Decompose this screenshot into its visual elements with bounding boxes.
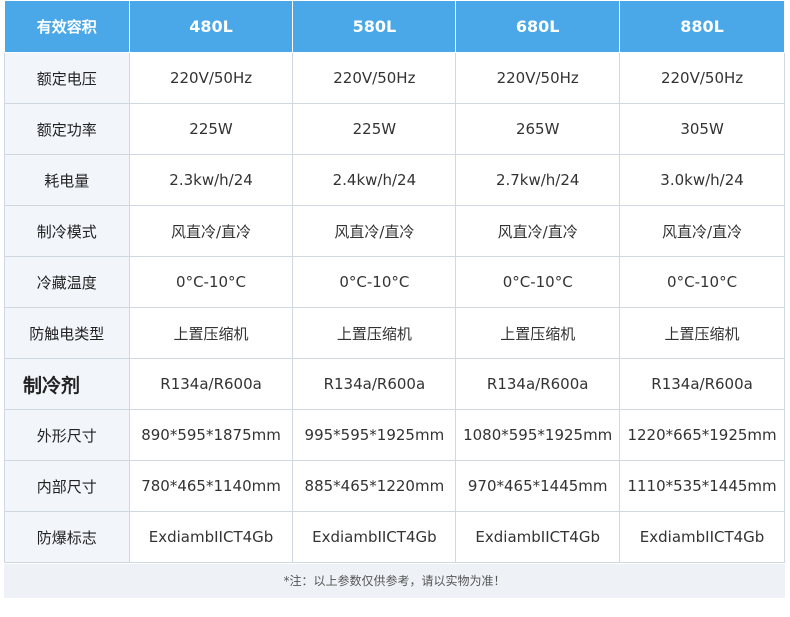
- cell-value: 265W: [455, 103, 621, 155]
- cell-value: R134a/R600a: [292, 358, 457, 410]
- cell-value: 220V/50Hz: [128, 52, 294, 104]
- cell-value: 225W: [292, 103, 457, 155]
- row-label: 冷藏温度: [4, 256, 130, 308]
- cell-value: 970*465*1445mm: [455, 460, 621, 512]
- row-label: 制冷剂: [4, 358, 130, 410]
- cell-value: 上置压缩机: [128, 307, 294, 359]
- cell-value: 1080*595*1925mm: [455, 409, 621, 461]
- cell-value: 885*465*1220mm: [292, 460, 457, 512]
- cell-value: ExdiambIICT4Gb: [292, 511, 457, 563]
- row-rated-voltage: 额定电压 220V/50Hz 220V/50Hz 220V/50Hz 220V/…: [4, 52, 785, 104]
- cell-value: 风直冷/直冷: [455, 205, 621, 257]
- row-label: 耗电量: [4, 154, 130, 206]
- cell-value: 上置压缩机: [619, 307, 785, 359]
- row-storage-temp: 冷藏温度 0°C-10°C 0°C-10°C 0°C-10°C 0°C-10°C: [4, 256, 785, 308]
- row-outer-dimensions: 外形尺寸 890*595*1875mm 995*595*1925mm 1080*…: [4, 409, 785, 461]
- row-explosion-proof: 防爆标志 ExdiambIICT4Gb ExdiambIICT4Gb Exdia…: [4, 511, 785, 563]
- cell-value: ExdiambIICT4Gb: [619, 511, 785, 563]
- cell-value: 上置压缩机: [455, 307, 621, 359]
- cell-value: 995*595*1925mm: [292, 409, 457, 461]
- row-label: 防爆标志: [4, 511, 130, 563]
- cell-value: 0°C-10°C: [128, 256, 294, 308]
- cell-value: 1110*535*1445mm: [619, 460, 785, 512]
- spec-table: 有效容积 480L 580L 680L 880L 额定电压 220V/50Hz …: [4, 0, 785, 563]
- cell-value: 0°C-10°C: [619, 256, 785, 308]
- row-label: 内部尺寸: [4, 460, 130, 512]
- cell-value: 780*465*1140mm: [128, 460, 294, 512]
- cell-value: 220V/50Hz: [292, 52, 457, 104]
- cell-value: 风直冷/直冷: [619, 205, 785, 257]
- cell-value: 225W: [128, 103, 294, 155]
- header-row: 有效容积 480L 580L 680L 880L: [4, 0, 785, 53]
- row-label: 防触电类型: [4, 307, 130, 359]
- header-label: 有效容积: [4, 0, 130, 53]
- cell-value: 风直冷/直冷: [128, 205, 294, 257]
- row-label: 额定电压: [4, 52, 130, 104]
- cell-value: 2.4kw/h/24: [292, 154, 457, 206]
- cell-value: 3.0kw/h/24: [619, 154, 785, 206]
- cell-value: 220V/50Hz: [619, 52, 785, 104]
- row-power-consumption: 耗电量 2.3kw/h/24 2.4kw/h/24 2.7kw/h/24 3.0…: [4, 154, 785, 206]
- model-680l: 680L: [455, 0, 621, 53]
- row-label: 外形尺寸: [4, 409, 130, 461]
- model-580l: 580L: [292, 0, 457, 53]
- model-880l: 880L: [619, 0, 785, 53]
- cell-value: R134a/R600a: [455, 358, 621, 410]
- cell-value: ExdiambIICT4Gb: [128, 511, 294, 563]
- row-label: 额定功率: [4, 103, 130, 155]
- cell-value: 890*595*1875mm: [128, 409, 294, 461]
- row-rated-power: 额定功率 225W 225W 265W 305W: [4, 103, 785, 155]
- cell-value: 0°C-10°C: [455, 256, 621, 308]
- cell-value: 2.3kw/h/24: [128, 154, 294, 206]
- cell-value: 上置压缩机: [292, 307, 457, 359]
- cell-value: 220V/50Hz: [455, 52, 621, 104]
- cell-value: R134a/R600a: [619, 358, 785, 410]
- cell-value: R134a/R600a: [128, 358, 294, 410]
- row-label: 制冷模式: [4, 205, 130, 257]
- cell-value: 1220*665*1925mm: [619, 409, 785, 461]
- row-inner-dimensions: 内部尺寸 780*465*1140mm 885*465*1220mm 970*4…: [4, 460, 785, 512]
- disclaimer-note: *注：以上参数仅供参考，请以实物为准！: [4, 564, 785, 598]
- cell-value: 风直冷/直冷: [292, 205, 457, 257]
- cell-value: ExdiambIICT4Gb: [455, 511, 621, 563]
- row-shock-protection: 防触电类型 上置压缩机 上置压缩机 上置压缩机 上置压缩机: [4, 307, 785, 359]
- cell-value: 2.7kw/h/24: [455, 154, 621, 206]
- model-480l: 480L: [128, 0, 294, 53]
- cell-value: 305W: [619, 103, 785, 155]
- cell-value: 0°C-10°C: [292, 256, 457, 308]
- row-cooling-mode: 制冷模式 风直冷/直冷 风直冷/直冷 风直冷/直冷 风直冷/直冷: [4, 205, 785, 257]
- row-refrigerant: 制冷剂 R134a/R600a R134a/R600a R134a/R600a …: [4, 358, 785, 410]
